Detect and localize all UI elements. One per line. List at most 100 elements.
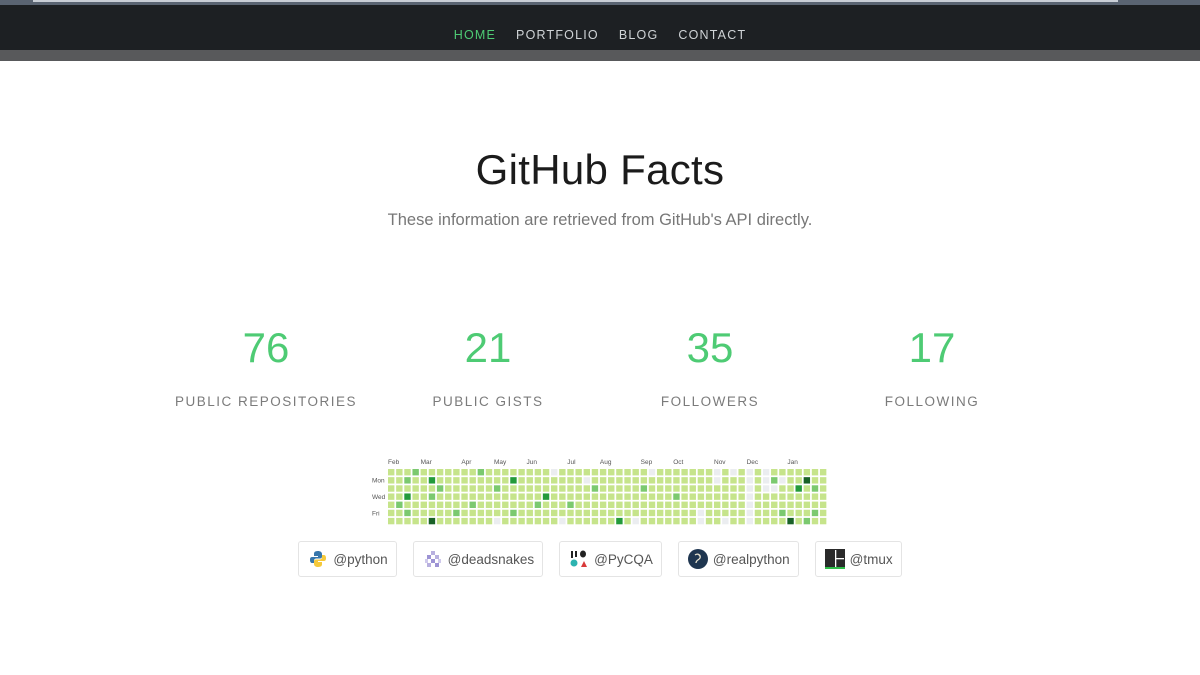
contribution-day[interactable] bbox=[714, 517, 721, 525]
contribution-day[interactable] bbox=[510, 477, 517, 484]
contribution-day[interactable] bbox=[445, 485, 452, 492]
contribution-day[interactable] bbox=[771, 469, 778, 476]
contribution-day[interactable] bbox=[518, 485, 525, 492]
contribution-day[interactable] bbox=[705, 477, 713, 484]
contribution-day[interactable] bbox=[412, 509, 419, 517]
contribution-day[interactable] bbox=[819, 517, 827, 525]
contribution-day[interactable] bbox=[819, 477, 827, 484]
contribution-day[interactable] bbox=[681, 509, 688, 517]
contribution-day[interactable] bbox=[803, 509, 811, 517]
contribution-day[interactable] bbox=[681, 477, 688, 484]
contribution-day[interactable] bbox=[542, 493, 550, 500]
contribution-day[interactable] bbox=[469, 493, 476, 500]
contribution-day[interactable] bbox=[575, 477, 582, 484]
contribution-day[interactable] bbox=[436, 509, 444, 517]
contribution-day[interactable] bbox=[632, 517, 639, 525]
contribution-day[interactable] bbox=[803, 477, 811, 484]
nav-item-blog[interactable]: BLOG bbox=[619, 27, 659, 43]
contribution-day[interactable] bbox=[599, 477, 607, 484]
contribution-day[interactable] bbox=[795, 477, 802, 484]
contribution-day[interactable] bbox=[714, 469, 721, 476]
contribution-day[interactable] bbox=[779, 517, 786, 525]
contribution-day[interactable] bbox=[673, 485, 680, 492]
contribution-day[interactable] bbox=[656, 517, 664, 525]
contribution-day[interactable] bbox=[575, 517, 582, 525]
contribution-day[interactable] bbox=[477, 501, 485, 508]
contribution-day[interactable] bbox=[722, 469, 729, 476]
contribution-day[interactable] bbox=[591, 501, 599, 508]
contribution-day[interactable] bbox=[477, 509, 485, 517]
contribution-day[interactable] bbox=[697, 477, 705, 484]
contribution-day[interactable] bbox=[762, 509, 770, 517]
contribution-day[interactable] bbox=[404, 469, 411, 476]
contribution-day[interactable] bbox=[648, 501, 656, 508]
contribution-day[interactable] bbox=[453, 485, 460, 492]
contribution-day[interactable] bbox=[485, 517, 493, 525]
contribution-day[interactable] bbox=[632, 501, 639, 508]
contribution-day[interactable] bbox=[404, 501, 411, 508]
contribution-day[interactable] bbox=[771, 509, 778, 517]
org-realpython[interactable]: @realpython bbox=[677, 541, 799, 577]
contribution-day[interactable] bbox=[591, 477, 599, 484]
contribution-day[interactable] bbox=[599, 469, 607, 476]
contribution-day[interactable] bbox=[542, 477, 550, 484]
contribution-day[interactable] bbox=[583, 485, 590, 492]
contribution-day[interactable] bbox=[534, 493, 542, 500]
contribution-day[interactable] bbox=[608, 477, 615, 484]
contribution-day[interactable] bbox=[526, 493, 533, 500]
contribution-day[interactable] bbox=[730, 509, 737, 517]
contribution-day[interactable] bbox=[673, 509, 680, 517]
contribution-day[interactable] bbox=[510, 485, 517, 492]
contribution-day[interactable] bbox=[485, 509, 493, 517]
contribution-day[interactable] bbox=[608, 485, 615, 492]
contribution-day[interactable] bbox=[665, 501, 672, 508]
contribution-day[interactable] bbox=[689, 493, 696, 500]
contribution-day[interactable] bbox=[445, 493, 452, 500]
contribution-day[interactable] bbox=[485, 477, 493, 484]
contribution-day[interactable] bbox=[787, 485, 794, 492]
contribution-day[interactable] bbox=[591, 509, 599, 517]
contribution-day[interactable] bbox=[681, 517, 688, 525]
contribution-day[interactable] bbox=[396, 469, 403, 476]
contribution-day[interactable] bbox=[754, 469, 762, 476]
contribution-day[interactable] bbox=[445, 477, 452, 484]
contribution-day[interactable] bbox=[388, 493, 395, 500]
contribution-day[interactable] bbox=[567, 469, 574, 476]
contribution-day[interactable] bbox=[445, 509, 452, 517]
contribution-day[interactable] bbox=[510, 509, 517, 517]
contribution-day[interactable] bbox=[819, 469, 827, 476]
contribution-day[interactable] bbox=[762, 501, 770, 508]
org-python[interactable]: @python bbox=[298, 541, 397, 577]
contribution-day[interactable] bbox=[412, 501, 419, 508]
contribution-day[interactable] bbox=[624, 469, 631, 476]
contribution-day[interactable] bbox=[762, 477, 770, 484]
contribution-day[interactable] bbox=[453, 509, 460, 517]
contribution-day[interactable] bbox=[779, 477, 786, 484]
contribution-day[interactable] bbox=[428, 485, 436, 492]
contribution-day[interactable] bbox=[624, 509, 631, 517]
contribution-day[interactable] bbox=[404, 517, 411, 525]
contribution-day[interactable] bbox=[819, 485, 827, 492]
contribution-day[interactable] bbox=[673, 477, 680, 484]
contribution-day[interactable] bbox=[697, 493, 705, 500]
contribution-day[interactable] bbox=[648, 493, 656, 500]
contribution-day[interactable] bbox=[632, 493, 639, 500]
contribution-day[interactable] bbox=[493, 485, 501, 492]
contribution-day[interactable] bbox=[795, 509, 802, 517]
contribution-day[interactable] bbox=[485, 501, 493, 508]
contribution-day[interactable] bbox=[583, 501, 590, 508]
contribution-day[interactable] bbox=[599, 493, 607, 500]
contribution-day[interactable] bbox=[567, 485, 574, 492]
contribution-day[interactable] bbox=[722, 485, 729, 492]
contribution-day[interactable] bbox=[542, 509, 550, 517]
contribution-day[interactable] bbox=[640, 517, 648, 525]
contribution-day[interactable] bbox=[624, 477, 631, 484]
contribution-day[interactable] bbox=[665, 517, 672, 525]
contribution-day[interactable] bbox=[689, 477, 696, 484]
contribution-day[interactable] bbox=[559, 469, 566, 476]
contribution-day[interactable] bbox=[762, 469, 770, 476]
contribution-day[interactable] bbox=[518, 477, 525, 484]
contribution-day[interactable] bbox=[502, 477, 509, 484]
contribution-day[interactable] bbox=[640, 501, 648, 508]
contribution-day[interactable] bbox=[510, 469, 517, 476]
